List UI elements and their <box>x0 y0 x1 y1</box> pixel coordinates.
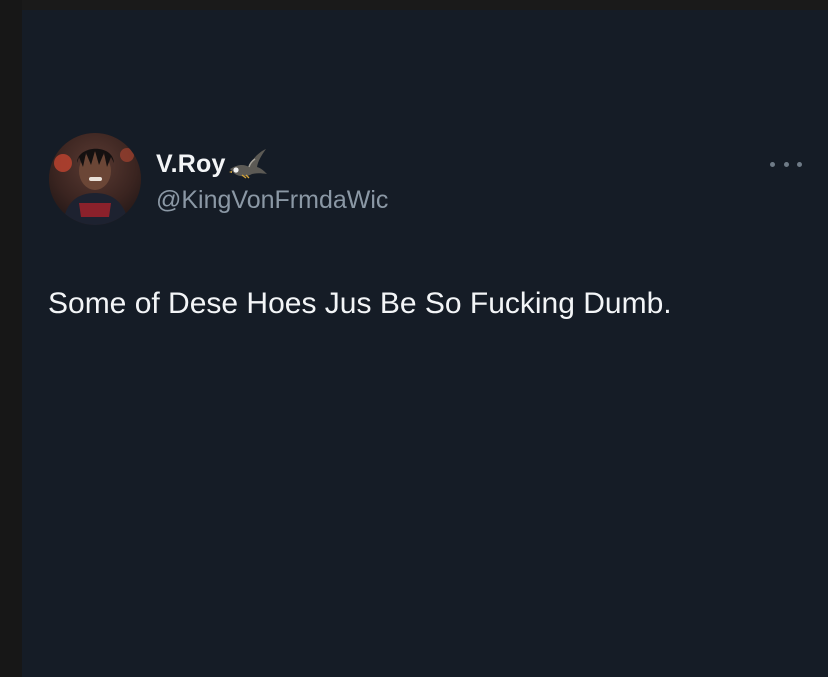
display-name-row[interactable]: V.Roy <box>156 147 268 181</box>
display-name[interactable]: V.Roy <box>156 150 226 179</box>
avatar-image <box>49 133 141 225</box>
left-edge <box>0 0 22 677</box>
eagle-icon <box>228 147 268 181</box>
more-options-icon-dot-2 <box>783 161 789 167</box>
more-options-button[interactable] <box>770 155 802 173</box>
more-options-icon-dot-3 <box>797 161 802 167</box>
user-handle[interactable]: @KingVonFrmdaWic <box>156 186 388 215</box>
avatar[interactable] <box>49 133 141 225</box>
tweet-card: V.Roy @KingVonFrmdaWic Some of Dese Hoes… <box>22 10 828 677</box>
tweet-text: Some of Dese Hoes Jus Be So Fucking Dumb… <box>48 287 672 320</box>
more-options-icon <box>770 161 775 167</box>
top-edge <box>0 0 828 10</box>
screenshot-frame: V.Roy @KingVonFrmdaWic Some of Dese Hoes… <box>0 0 828 677</box>
